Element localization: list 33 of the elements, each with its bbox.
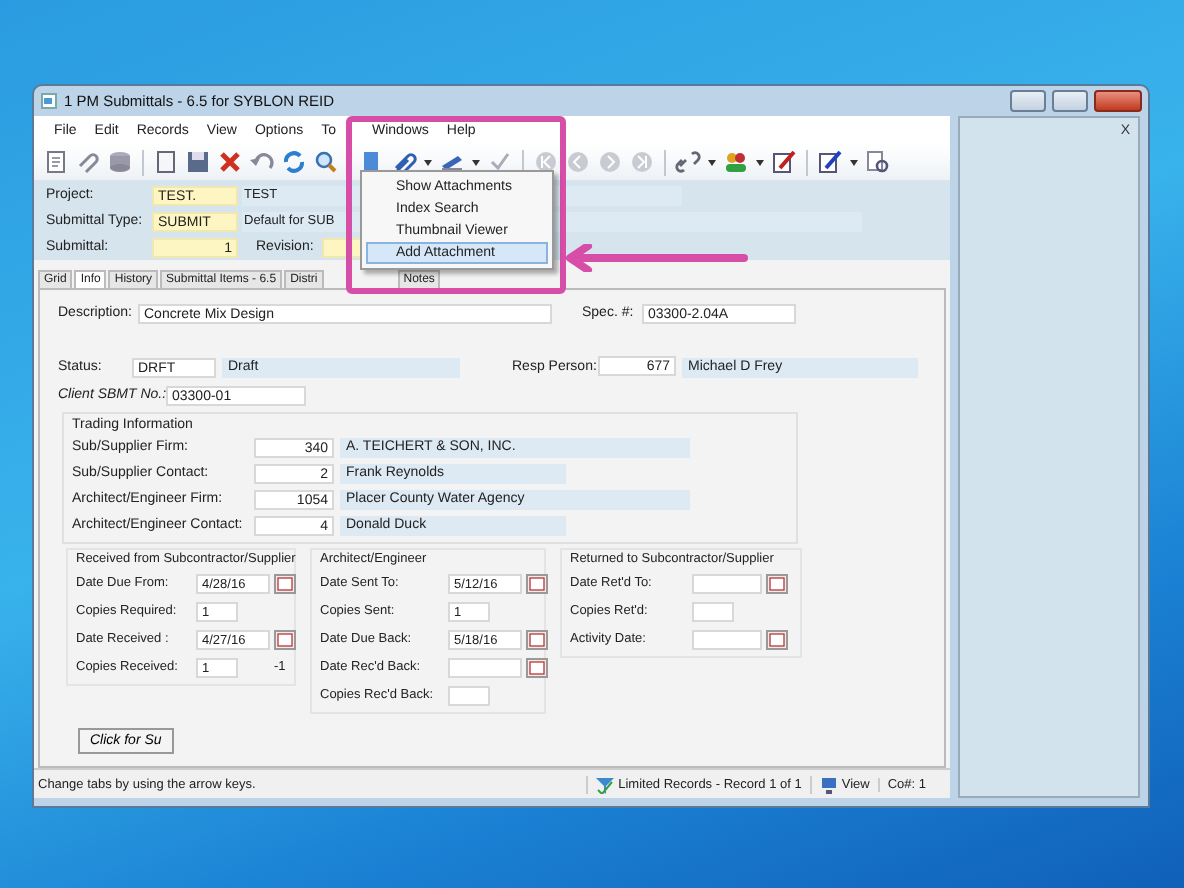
calendar-icon[interactable] bbox=[274, 629, 296, 649]
calendar-icon[interactable] bbox=[766, 573, 788, 593]
text-field[interactable] bbox=[448, 685, 490, 705]
link-icon[interactable] bbox=[674, 148, 702, 176]
delete-icon[interactable] bbox=[216, 148, 244, 176]
document-icon[interactable] bbox=[152, 148, 180, 176]
edit-document-icon[interactable] bbox=[770, 148, 798, 176]
filter-icon bbox=[596, 775, 615, 793]
text-field[interactable] bbox=[448, 657, 522, 677]
text-field[interactable] bbox=[692, 629, 762, 649]
calendar-icon[interactable] bbox=[766, 629, 788, 649]
calendar-icon[interactable] bbox=[526, 629, 548, 649]
text-field[interactable] bbox=[692, 573, 762, 593]
calendar-icon[interactable] bbox=[274, 573, 296, 593]
refresh-icon[interactable] bbox=[280, 148, 308, 176]
paperclip-icon[interactable] bbox=[74, 148, 102, 176]
new-document-icon[interactable] bbox=[42, 148, 70, 176]
calendar-icon[interactable] bbox=[526, 657, 548, 677]
people-icon[interactable] bbox=[722, 148, 750, 176]
edit-document-icon[interactable] bbox=[816, 148, 844, 176]
calendar-icon[interactable] bbox=[526, 573, 548, 593]
save-icon[interactable] bbox=[184, 148, 212, 176]
close-button[interactable] bbox=[1094, 90, 1142, 112]
monitor-icon bbox=[819, 775, 838, 793]
previous-record-icon[interactable] bbox=[564, 148, 592, 176]
check-icon[interactable] bbox=[486, 148, 514, 176]
maximize-button[interactable] bbox=[1052, 90, 1088, 112]
text-field[interactable] bbox=[692, 601, 734, 621]
search-icon[interactable] bbox=[312, 148, 340, 176]
app-icon bbox=[40, 92, 58, 110]
magnifier-document-icon[interactable] bbox=[864, 148, 892, 176]
database-icon[interactable] bbox=[106, 148, 134, 176]
minimize-button[interactable] bbox=[1010, 90, 1046, 112]
